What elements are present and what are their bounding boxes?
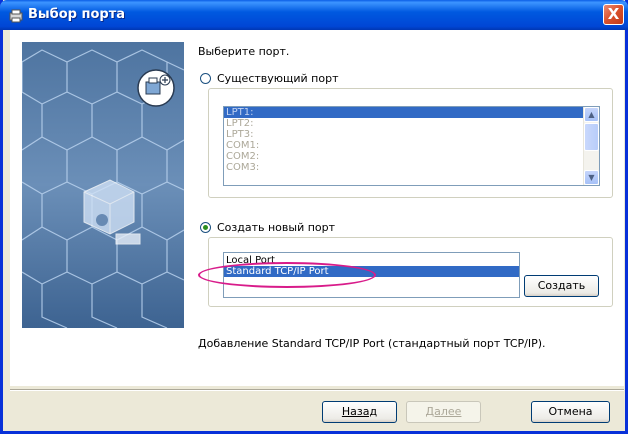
list-item[interactable]: LPT1: [224, 107, 599, 118]
scroll-up-icon[interactable]: ▲ [584, 107, 599, 122]
existing-port-radio-button[interactable] [200, 73, 211, 84]
next-button-label: Далее [425, 405, 462, 418]
title-bar[interactable]: Выбор порта X [0, 0, 628, 30]
status-text: Добавление Standard TCP/IP Port (стандар… [198, 337, 546, 350]
new-port-label: Создать новый порт [217, 221, 336, 234]
back-button-label: Назад [341, 405, 378, 418]
list-item[interactable]: COM1: [224, 140, 599, 151]
new-port-radio[interactable]: Создать новый порт [200, 221, 335, 234]
next-button[interactable]: Далее [406, 401, 481, 423]
cancel-button[interactable]: Отмена [531, 401, 610, 423]
dialog-window: Выбор порта X Выберите порт. Существующи… [0, 0, 628, 434]
list-item[interactable]: COM2: [224, 151, 599, 162]
dialog-content: Выберите порт. Существующий порт LPT1: L… [10, 30, 624, 386]
back-button[interactable]: Назад [322, 401, 397, 423]
existing-port-radio[interactable]: Существующий порт [200, 72, 339, 85]
window-title: Выбор порта [28, 7, 126, 22]
close-button[interactable]: X [603, 4, 624, 25]
printer-network-icon [137, 69, 175, 107]
footer-separator [10, 389, 624, 391]
list-scrollbar[interactable]: ▲ ▼ [583, 107, 599, 185]
annotation-ellipse [198, 262, 376, 288]
create-port-button[interactable]: Создать [524, 275, 599, 297]
list-item[interactable]: COM3: [224, 162, 599, 173]
instruction-text: Выберите порт. [198, 45, 290, 58]
close-icon: X [607, 5, 620, 23]
wizard-side-image [22, 42, 184, 328]
existing-port-label: Существующий порт [217, 72, 339, 85]
list-item[interactable]: LPT2: [224, 118, 599, 129]
new-port-radio-button[interactable] [200, 222, 211, 233]
scroll-thumb[interactable] [584, 123, 599, 151]
scroll-down-icon[interactable]: ▼ [584, 170, 599, 185]
list-item[interactable]: LPT3: [224, 129, 599, 140]
printer-app-icon [9, 9, 23, 23]
existing-port-list[interactable]: LPT1: LPT2: LPT3: COM1: COM2: COM3: ▲ ▼ [223, 106, 600, 186]
